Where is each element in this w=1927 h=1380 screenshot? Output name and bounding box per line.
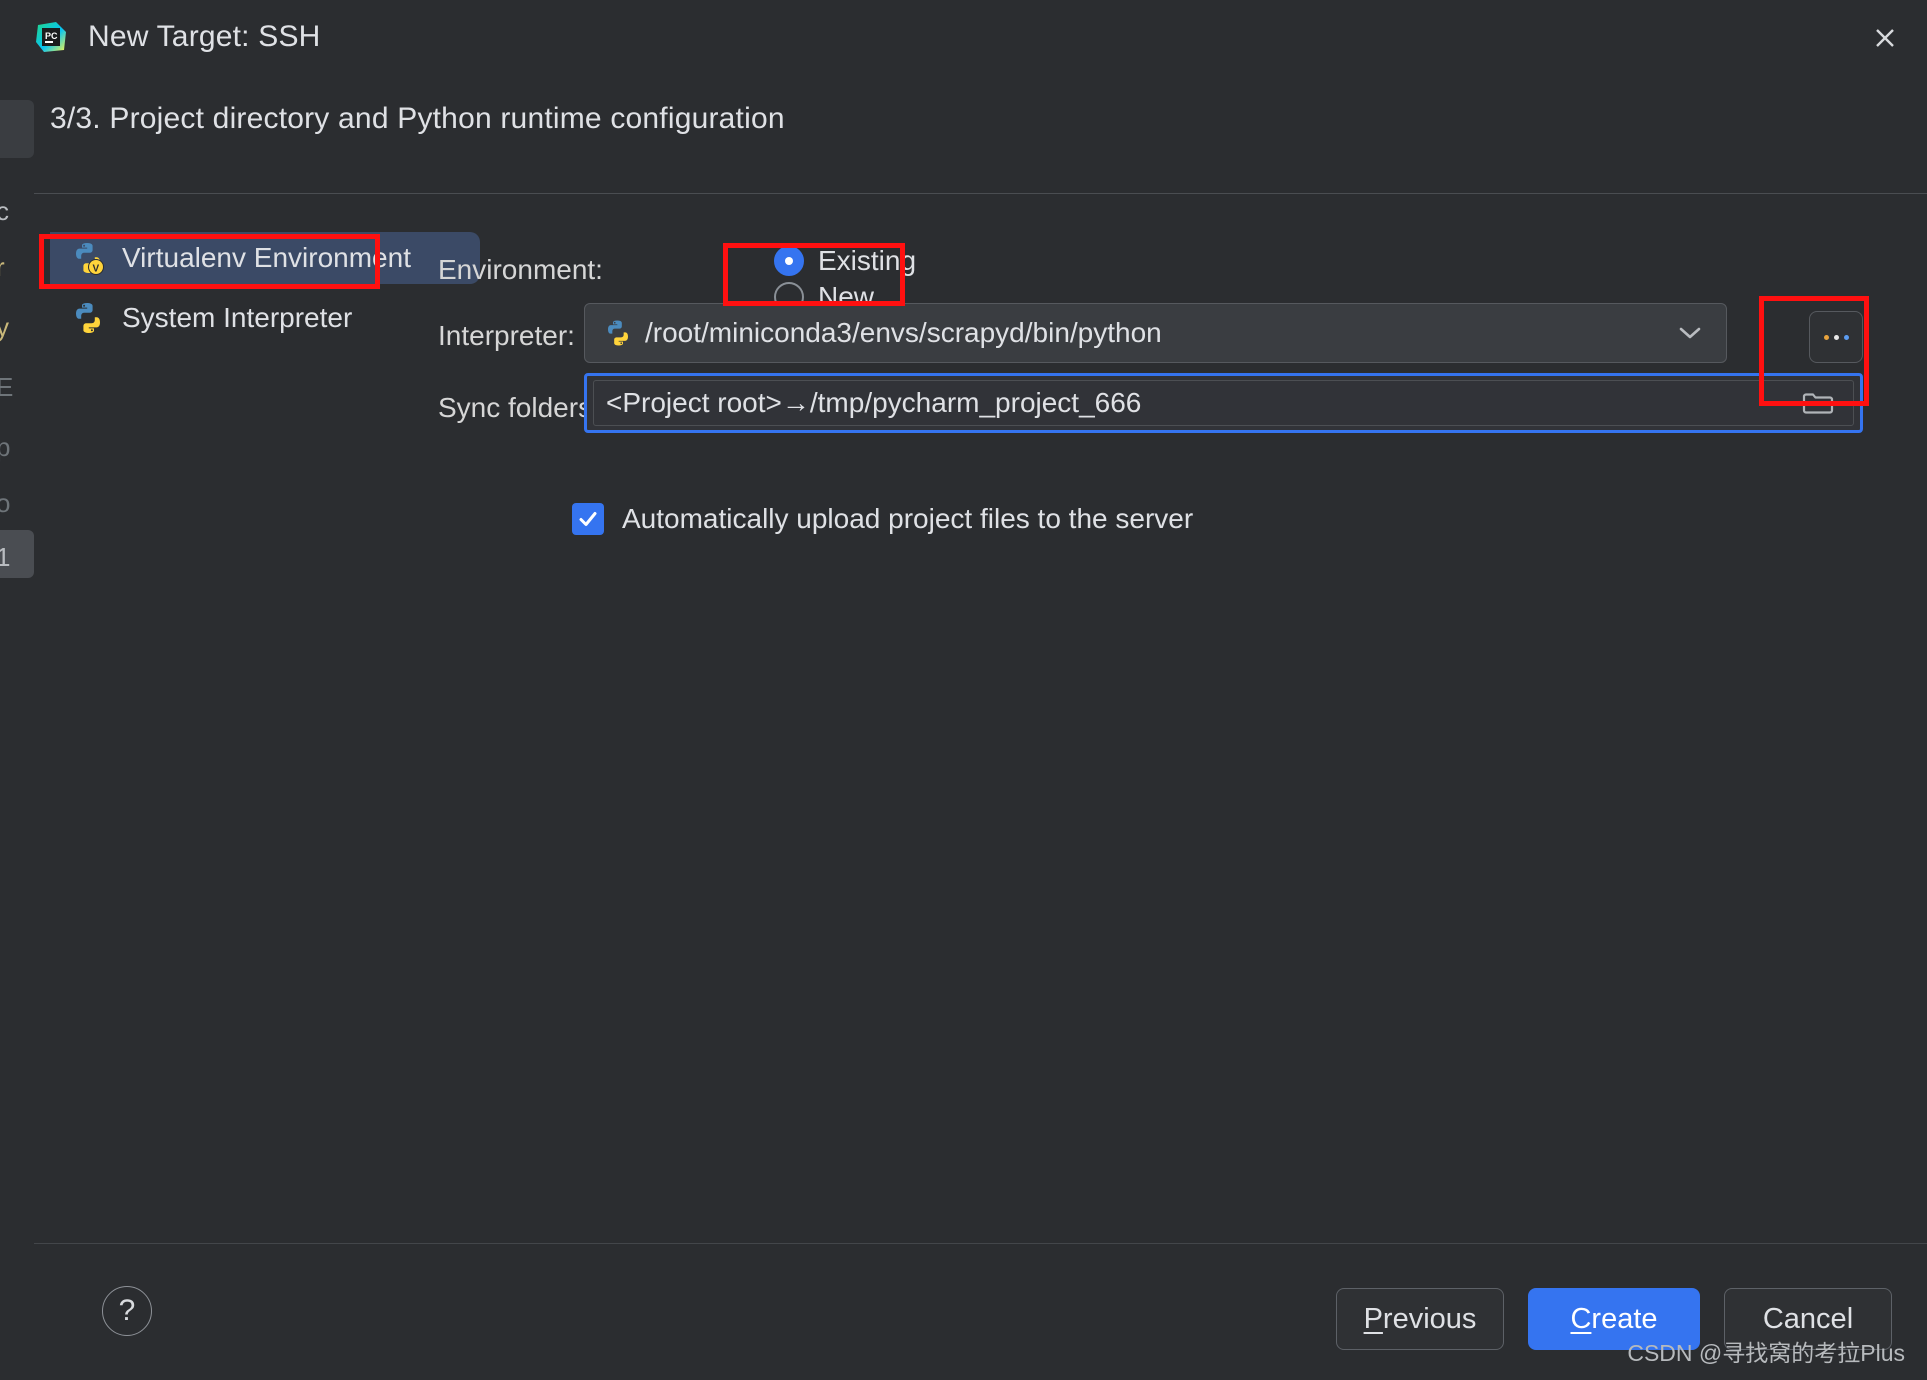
list-item-system-interpreter[interactable]: System Interpreter <box>50 292 480 344</box>
new-target-ssh-dialog: PC New Target: SSH 3/3. Project director… <box>34 0 1927 1380</box>
environment-type-list: V Virtualenv Environment System Interpre… <box>50 232 480 352</box>
background-text-fragment: r <box>0 252 5 282</box>
python-icon <box>603 318 633 348</box>
ellipsis-icon <box>1823 334 1849 340</box>
list-item-label: System Interpreter <box>122 302 353 333</box>
svg-text:PC: PC <box>45 31 58 41</box>
header-divider <box>34 193 1927 194</box>
auto-upload-checkbox-row[interactable]: Automatically upload project files to th… <box>572 503 1193 535</box>
cancel-button-label: Cancel <box>1762 1302 1854 1335</box>
environment-label: Environment: <box>438 254 603 285</box>
interpreter-browse-button[interactable] <box>1809 311 1863 363</box>
folder-icon[interactable] <box>1801 389 1835 417</box>
step-heading: 3/3. Project directory and Python runtim… <box>50 102 785 135</box>
interpreter-label: Interpreter: <box>438 320 575 351</box>
csdn-watermark: CSDN @寻找窝的考拉Plus <box>1627 1340 1905 1366</box>
sync-folders-value: <Project root>→/tmp/pycharm_project_666 <box>606 387 1142 418</box>
dialog-title: New Target: SSH <box>88 20 321 53</box>
help-button[interactable]: ? <box>102 1286 152 1336</box>
python-icon <box>70 300 106 336</box>
background-text-fragment: 1 <box>0 542 11 572</box>
background-text-fragment: E <box>0 372 14 402</box>
list-item-virtualenv-environment[interactable]: V Virtualenv Environment <box>50 232 480 284</box>
chevron-down-icon[interactable] <box>1670 325 1710 341</box>
dialog-titlebar: PC New Target: SSH <box>34 0 1927 72</box>
background-text-fragment: p <box>0 432 11 462</box>
radio-dot-existing <box>774 246 804 276</box>
interpreter-combobox[interactable]: /root/miniconda3/envs/scrapyd/bin/python <box>584 303 1727 363</box>
previous-button[interactable]: Previous <box>1336 1288 1504 1350</box>
previous-button-mnemonic: P <box>1363 1302 1383 1335</box>
radio-existing[interactable]: Existing <box>774 245 916 277</box>
footer-divider <box>34 1243 1927 1244</box>
background-text-fragment: o <box>0 488 11 518</box>
sync-folders-label: Sync folders: <box>438 392 600 423</box>
close-icon[interactable] <box>1863 16 1907 60</box>
create-button-label: reate <box>1591 1302 1658 1335</box>
create-button-mnemonic: C <box>1570 1302 1592 1335</box>
pycharm-logo-icon: PC <box>34 20 68 54</box>
auto-upload-label: Automatically upload project files to th… <box>622 503 1194 534</box>
previous-button-label: revious <box>1382 1302 1477 1335</box>
svg-text:V: V <box>93 264 100 275</box>
sync-folders-inner: <Project root>→/tmp/pycharm_project_666 <box>593 380 1854 426</box>
background-text-fragment: c <box>0 196 9 226</box>
background-text-fragment: y <box>0 312 9 342</box>
background-ide-strip: c r y E p o 1 <box>0 0 34 1380</box>
sync-folders-field[interactable]: <Project root>→/tmp/pycharm_project_666 <box>584 373 1863 433</box>
interpreter-value: /root/miniconda3/envs/scrapyd/bin/python <box>645 317 1162 348</box>
list-item-label: Virtualenv Environment <box>122 242 411 273</box>
radio-label-existing: Existing <box>818 245 917 276</box>
auto-upload-checkbox[interactable] <box>572 503 604 535</box>
python-virtualenv-icon: V <box>70 240 106 276</box>
background-chip <box>0 100 34 158</box>
